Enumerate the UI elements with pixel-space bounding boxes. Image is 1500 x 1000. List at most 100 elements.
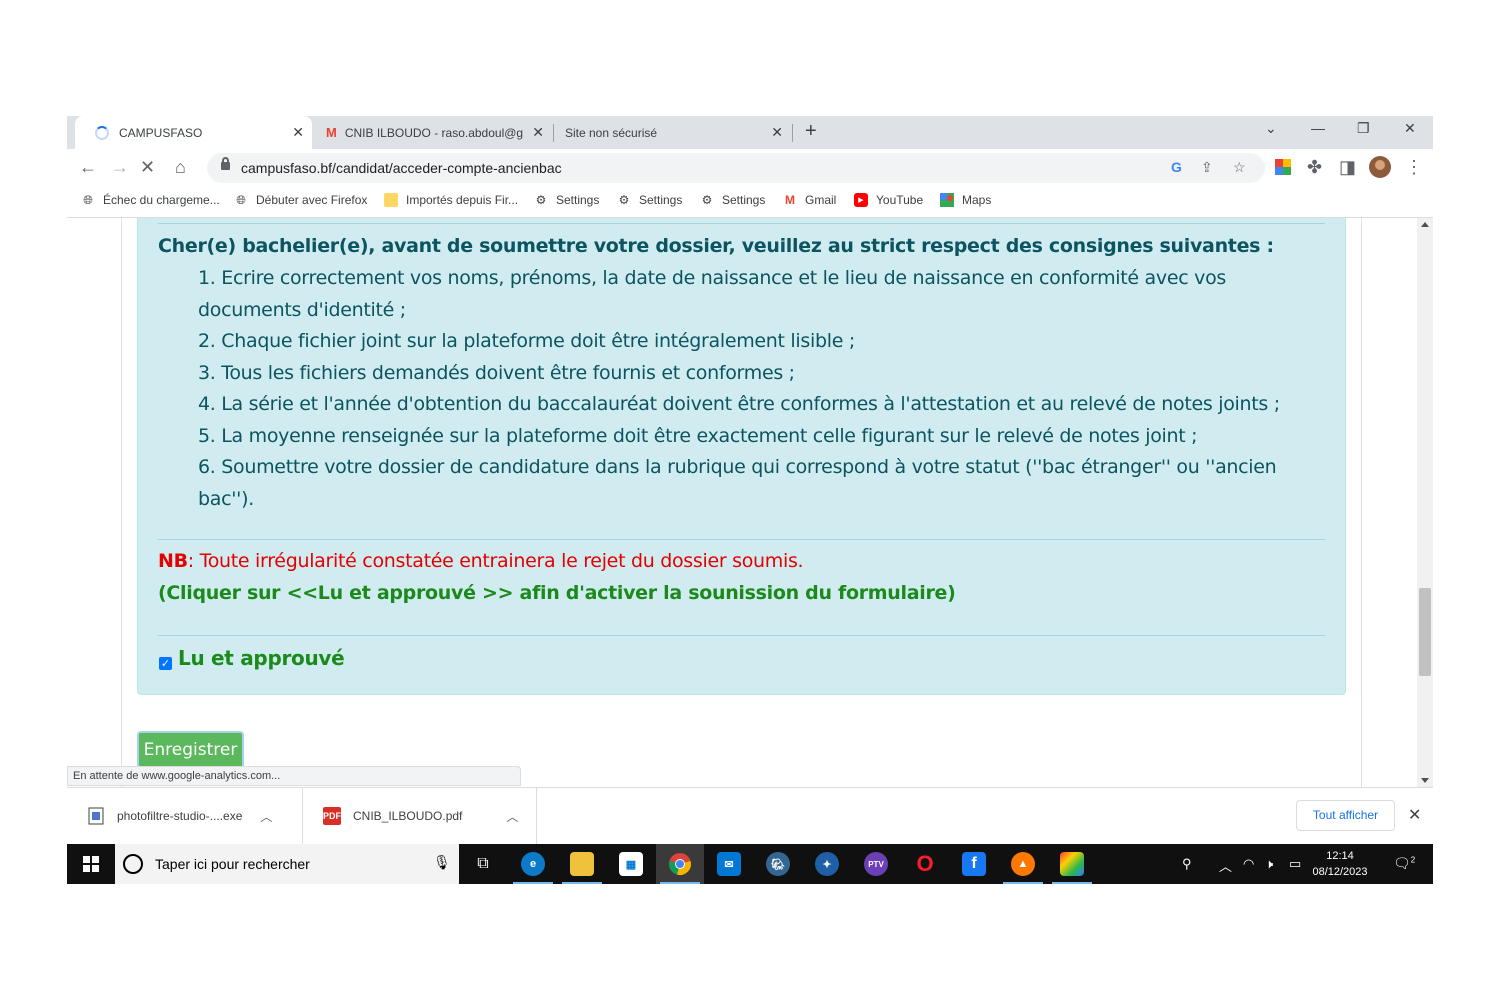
side-panel-icon[interactable]: ◨ (1339, 157, 1356, 177)
avast-icon[interactable]: ▲ (999, 844, 1047, 884)
show-all-downloads-button[interactable]: Tout afficher (1296, 800, 1395, 831)
address-bar[interactable]: campusfaso.bf/candidat/acceder-compte-an… (207, 153, 1265, 183)
approve-checkbox[interactable]: ✓ (159, 657, 172, 670)
instructions-list: 1. Ecrire correctement vos noms, prénoms… (198, 263, 1318, 515)
browser-toolbar: ← → ✕ ⌂ campusfaso.bf/candidat/acceder-c… (67, 149, 1433, 187)
menu-kebab-icon[interactable]: ⋮ (1405, 157, 1423, 177)
approve-checkbox-label[interactable]: Lu et approuvé (178, 646, 345, 670)
restore-button[interactable]: ❐ (1357, 120, 1370, 137)
chevron-up-icon[interactable]: ︿ (260, 808, 272, 825)
bookmark-item[interactable]: ▶ YouTube (854, 193, 923, 207)
scroll-thumb[interactable] (1419, 588, 1431, 676)
close-window-button[interactable]: ✕ (1404, 120, 1416, 137)
show-hidden-icons-chevron[interactable]: ︿ (1219, 856, 1232, 875)
bookmark-label: Settings (556, 193, 600, 207)
windows-taskbar: Taper ici pour rechercher 🎙︎ ⧉ e ▦ ✉ 🐘︎ … (67, 844, 1433, 884)
tab-site-non-securise[interactable]: Site non sécurisé ✕ (555, 116, 791, 149)
close-shelf-icon[interactable]: ✕ (1408, 805, 1421, 825)
ptv-app-icon[interactable]: PTV (852, 844, 900, 884)
task-view-icon[interactable]: ⧉ (459, 844, 507, 884)
divider (158, 223, 1325, 224)
bookmark-folder[interactable]: Importés depuis Fir... (384, 193, 518, 207)
download-item[interactable]: photofiltre-studio-....exe ︿ (67, 788, 303, 844)
profile-avatar[interactable] (1369, 156, 1391, 182)
extensions-puzzle-icon[interactable]: ✤ (1307, 157, 1322, 177)
maps-icon (940, 193, 954, 207)
taskbar-search-box[interactable]: Taper ici pour rechercher 🎙︎ (115, 844, 459, 884)
gear-icon: ⚙ (535, 193, 547, 207)
wifi-icon[interactable]: ◠ (1243, 856, 1254, 872)
exe-file-icon (87, 807, 105, 825)
url-text[interactable]: campusfaso.bf/candidat/acceder-compte-an… (241, 160, 562, 176)
chrome-icon[interactable] (656, 844, 704, 884)
stop-loading-button[interactable]: ✕ (140, 157, 155, 177)
mail-icon[interactable]: ✉ (705, 844, 753, 884)
microphone-icon[interactable]: 🎙︎ (433, 854, 451, 871)
opera-icon[interactable]: O (901, 844, 949, 884)
postgresql-icon[interactable]: 🐘︎ (754, 844, 802, 884)
chevron-up-icon[interactable]: ︿ (506, 808, 518, 825)
thunderbird-icon[interactable]: ✦ (803, 844, 851, 884)
people-icon[interactable]: ⚲ (1182, 856, 1192, 872)
tab-separator (792, 124, 793, 142)
lock-icon[interactable] (221, 157, 230, 170)
loading-spinner-icon (95, 125, 109, 140)
bookmark-star-icon[interactable]: ☆ (1233, 159, 1246, 176)
volume-muted-icon[interactable]: 🕨︎ (1265, 856, 1273, 872)
store-icon[interactable]: ▦ (607, 844, 655, 884)
search-placeholder[interactable]: Taper ici pour rechercher (155, 856, 310, 872)
pdf-file-icon: PDF (323, 807, 341, 825)
bookmark-item[interactable]: 🌐︎ Débuter avec Firefox (234, 192, 368, 208)
share-icon[interactable]: ⇪ (1201, 159, 1213, 176)
bookmark-item[interactable]: ⚙ Settings (700, 193, 766, 207)
instructions-intro: Cher(e) bachelier(e), avant de soumettre… (158, 235, 1274, 257)
file-explorer-icon[interactable] (558, 844, 606, 884)
download-filename: CNIB_ILBOUDO.pdf (353, 809, 463, 823)
google-translate-icon[interactable]: G (1171, 159, 1182, 175)
tab-search-icon[interactable]: ⌄ (1265, 120, 1277, 137)
tab-title: CAMPUSFASO (119, 125, 203, 140)
bookmark-item[interactable]: ⚙ Settings (534, 193, 600, 207)
edge-icon[interactable]: e (509, 844, 557, 884)
close-tab-icon[interactable]: ✕ (771, 125, 783, 139)
taskbar-clock[interactable]: 12:14 08/12/2023 (1305, 848, 1375, 880)
close-tab-icon[interactable]: ✕ (292, 125, 304, 139)
color-extension-icon[interactable] (1275, 159, 1291, 179)
scroll-down-arrow-icon[interactable] (1421, 778, 1429, 783)
container-border-left (121, 218, 122, 787)
minimize-button[interactable]: — (1311, 120, 1325, 136)
photofiltre-studio-icon[interactable] (1048, 844, 1096, 884)
tab-campusfaso[interactable]: CAMPUSFASO ✕ (75, 116, 312, 149)
bookmark-item[interactable]: Maps (940, 193, 991, 207)
download-item[interactable]: PDF CNIB_ILBOUDO.pdf ︿ (303, 788, 537, 844)
home-button[interactable]: ⌂ (175, 157, 186, 177)
bookmark-item[interactable]: 🌐︎ Échec du chargeme... (81, 192, 220, 208)
close-tab-icon[interactable]: ✕ (532, 125, 544, 139)
tab-title: Site non sécurisé (565, 125, 658, 140)
scroll-up-arrow-icon[interactable] (1421, 222, 1429, 227)
globe-icon: 🌐︎ (83, 192, 93, 207)
rule-item: 1. Ecrire correctement vos noms, prénoms… (198, 267, 1226, 321)
save-button[interactable]: Enregistrer (137, 731, 244, 769)
nb-label: NB (158, 550, 188, 572)
rule-item: 4. La série et l'année d'obtention du ba… (198, 393, 1280, 415)
bookmarks-bar: 🌐︎ Échec du chargeme... 🌐︎ Débuter avec Fi… (67, 187, 1433, 218)
globe-icon: 🌐︎ (236, 192, 246, 207)
back-button[interactable]: ← (79, 157, 97, 177)
notification-center-icon[interactable]: 🗨︎2 (1393, 855, 1415, 872)
forward-button[interactable]: → (111, 157, 129, 177)
bookmark-label: YouTube (876, 193, 924, 207)
page-scrollbar[interactable] (1417, 218, 1433, 787)
windows-start-icon[interactable] (83, 856, 99, 872)
bookmark-label: Débuter avec Firefox (256, 193, 368, 207)
battery-icon[interactable]: ▭ (1289, 856, 1301, 872)
page-viewport: Cher(e) bachelier(e), avant de soumettre… (67, 218, 1433, 787)
new-tab-button[interactable]: + (805, 120, 817, 143)
facebook-icon[interactable]: f (950, 844, 998, 884)
tab-gmail[interactable]: M CNIB ILBOUDO - raso.abdoul@g ✕ (312, 116, 552, 149)
bookmark-item[interactable]: ⚙ Settings (617, 193, 683, 207)
status-bubble: En attente de www.google-analytics.com..… (67, 766, 521, 786)
bookmark-item[interactable]: M Gmail (783, 193, 836, 207)
bookmark-label: Settings (722, 193, 766, 207)
rule-item: 3. Tous les fichiers demandés doivent êt… (198, 361, 795, 384)
